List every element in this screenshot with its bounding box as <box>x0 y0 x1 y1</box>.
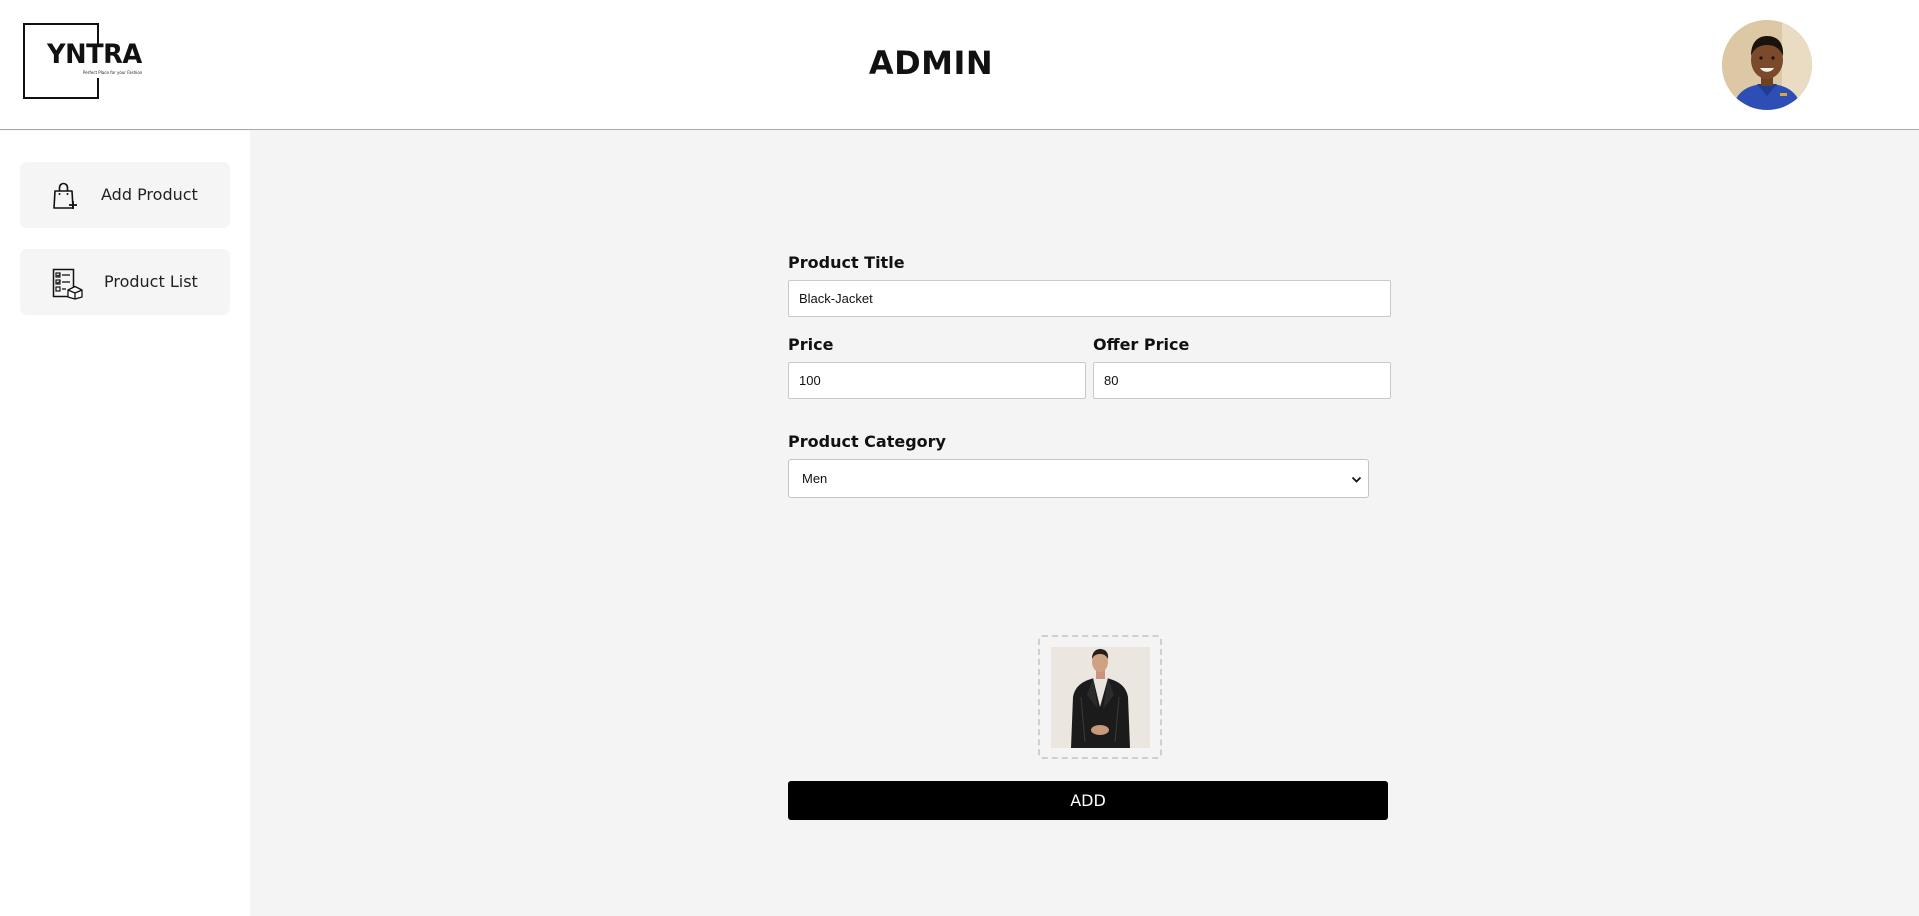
product-title-input[interactable] <box>788 280 1391 317</box>
jacket-photo <box>1051 647 1150 748</box>
sidebar-item-product-list[interactable]: Product List <box>20 249 230 315</box>
add-product-button[interactable]: ADD <box>788 781 1388 820</box>
offer-price-label: Offer Price <box>1093 335 1190 354</box>
chevron-down-icon <box>1351 476 1362 483</box>
main-content: Product Title Price Offer Price Product … <box>250 131 1919 916</box>
product-title-label: Product Title <box>788 253 905 272</box>
page-title: ADMIN <box>868 44 994 82</box>
product-image-preview <box>1051 647 1150 748</box>
product-category-select[interactable]: Men <box>788 459 1369 498</box>
avatar[interactable] <box>1722 20 1812 110</box>
price-label: Price <box>788 335 834 354</box>
sidebar: Add Product Product List <box>0 131 250 916</box>
product-category-label: Product Category <box>788 432 946 451</box>
offer-price-input[interactable] <box>1093 362 1391 399</box>
sidebar-item-label: Add Product <box>101 185 198 204</box>
checklist-box-icon <box>52 268 83 300</box>
sidebar-item-label: Product List <box>104 272 198 291</box>
top-header: YNTRA Perfect Place for your Fashion ADM… <box>0 0 1919 130</box>
avatar-photo <box>1722 20 1812 110</box>
sidebar-item-add-product[interactable]: Add Product <box>20 162 230 228</box>
price-input[interactable] <box>788 362 1086 399</box>
logo-frame <box>23 23 99 25</box>
logo-frame <box>23 97 99 99</box>
image-upload[interactable] <box>1038 635 1162 759</box>
shopping-bag-plus-icon <box>53 182 77 209</box>
selected-category: Men <box>802 471 828 486</box>
